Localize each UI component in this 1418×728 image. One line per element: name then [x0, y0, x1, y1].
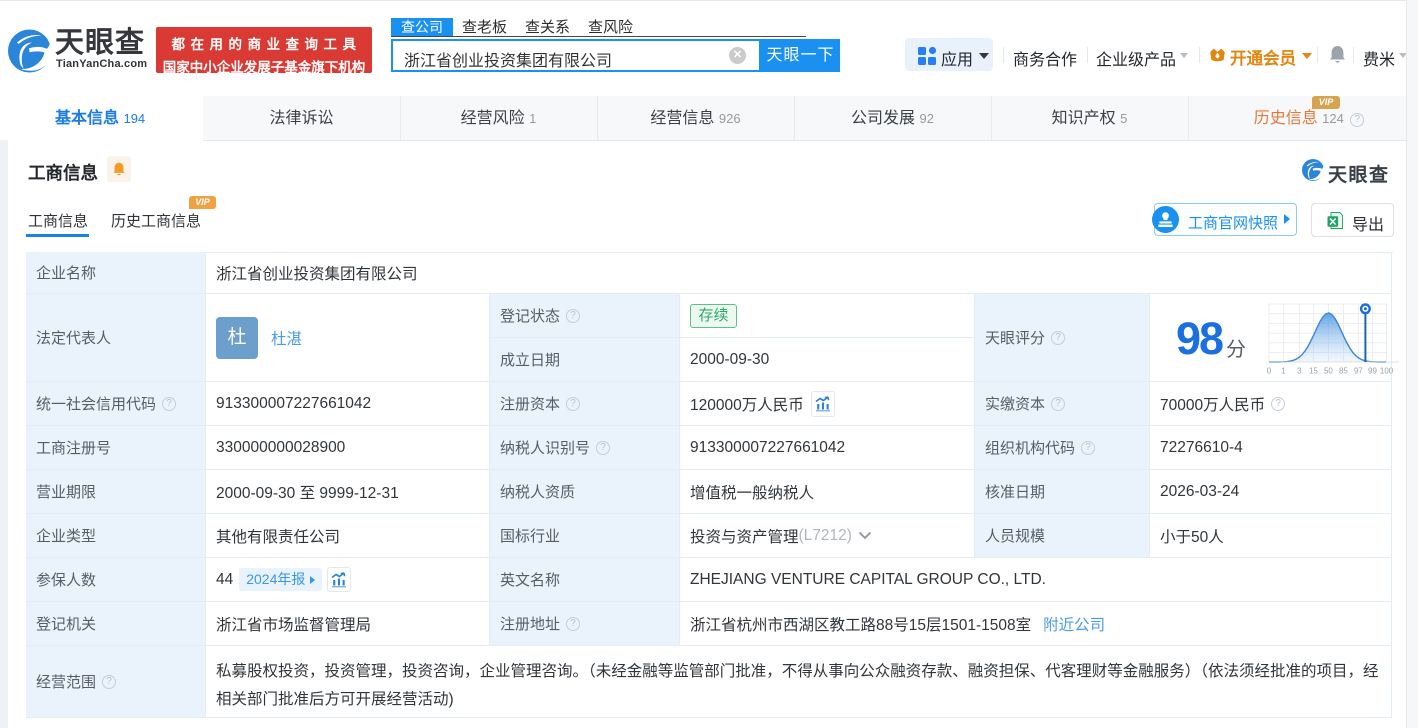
svg-text:0: 0: [1267, 367, 1272, 376]
svg-text:97: 97: [1354, 367, 1363, 376]
svg-text:1: 1: [1281, 367, 1286, 376]
svg-text:3: 3: [1297, 367, 1302, 376]
svg-text:99: 99: [1368, 367, 1377, 376]
svg-text:100: 100: [1380, 367, 1394, 376]
svg-text:15: 15: [1309, 367, 1318, 376]
svg-text:50: 50: [1324, 367, 1333, 376]
svg-text:85: 85: [1339, 367, 1348, 376]
